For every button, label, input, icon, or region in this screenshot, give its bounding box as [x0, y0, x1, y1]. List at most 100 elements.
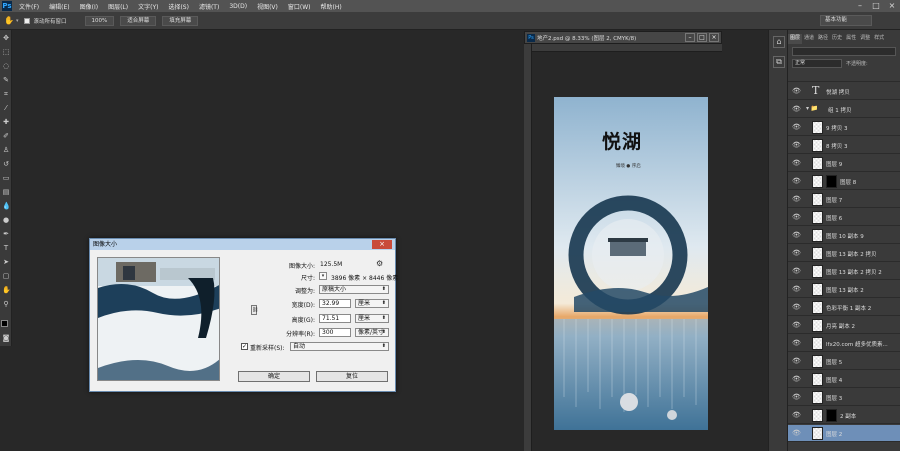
- visibility-eye-icon[interactable]: 👁: [792, 357, 801, 365]
- menu-window[interactable]: 窗口(W): [283, 2, 316, 11]
- foreground-color-swatch[interactable]: [1, 320, 8, 327]
- clone-stamp-tool-icon[interactable]: ♙: [2, 146, 10, 154]
- visibility-eye-icon[interactable]: 👁: [792, 411, 801, 419]
- tab-paths[interactable]: 路径: [816, 34, 830, 44]
- scroll-all-windows-checkbox[interactable]: [24, 17, 31, 24]
- visibility-eye-icon[interactable]: 👁: [792, 177, 801, 185]
- visibility-eye-icon[interactable]: 👁: [792, 303, 801, 311]
- height-unit-select[interactable]: 厘米: [355, 314, 389, 323]
- visibility-eye-icon[interactable]: 👁: [792, 375, 801, 383]
- zoom-tool-icon[interactable]: ⚲: [2, 300, 10, 308]
- constrain-proportions-link-icon[interactable]: ⛓: [251, 305, 258, 315]
- layer-row[interactable]: 👁 2 副本: [788, 407, 900, 424]
- menu-edit[interactable]: 编辑(E): [44, 2, 74, 11]
- brush-tool-icon[interactable]: ✐: [2, 132, 10, 140]
- menu-file[interactable]: 文件(F): [14, 2, 44, 11]
- workspace-switcher[interactable]: 基本功能: [820, 15, 872, 26]
- tab-properties[interactable]: 属性: [844, 34, 858, 44]
- zoom-100-button[interactable]: 100%: [84, 15, 115, 26]
- menu-type[interactable]: 文字(Y): [133, 2, 163, 11]
- width-unit-select[interactable]: 厘米: [355, 299, 389, 308]
- quick-mask-icon[interactable]: ◙: [2, 334, 10, 342]
- history-panel-icon[interactable]: ⌂: [773, 36, 785, 48]
- dodge-tool-icon[interactable]: ●: [2, 216, 10, 224]
- blur-tool-icon[interactable]: 💧: [2, 202, 11, 210]
- layer-filter-bar[interactable]: [792, 47, 896, 56]
- ok-button[interactable]: 确定: [238, 371, 310, 382]
- visibility-eye-icon[interactable]: 👁: [792, 285, 801, 293]
- menu-help[interactable]: 帮助(H): [316, 2, 347, 11]
- visibility-eye-icon[interactable]: 👁: [792, 393, 801, 401]
- visibility-eye-icon[interactable]: 👁: [792, 339, 801, 347]
- layer-row[interactable]: 👁 lfx20.com 超多优质素...: [788, 335, 900, 352]
- height-input[interactable]: 71.51: [319, 314, 351, 323]
- dimensions-unit-dropdown-icon[interactable]: ▾: [319, 272, 327, 280]
- visibility-eye-icon[interactable]: 👁: [792, 429, 801, 437]
- image-preview[interactable]: [97, 257, 220, 381]
- close-icon[interactable]: ×: [884, 0, 900, 12]
- tab-channels[interactable]: 通道: [802, 34, 816, 44]
- doc-maximize-icon[interactable]: □: [697, 33, 707, 42]
- eraser-tool-icon[interactable]: ▭: [2, 174, 10, 182]
- doc-minimize-icon[interactable]: –: [685, 33, 695, 42]
- type-tool-icon[interactable]: T: [2, 244, 10, 252]
- resolution-unit-select[interactable]: 像素/英寸: [355, 328, 389, 337]
- maximize-icon[interactable]: □: [868, 0, 884, 12]
- tab-layers[interactable]: 图层: [788, 34, 803, 44]
- history-brush-tool-icon[interactable]: ↺: [2, 160, 10, 168]
- hand-tool-icon[interactable]: ✋: [2, 286, 11, 294]
- layer-row[interactable]: 👁 图层 2: [788, 425, 900, 442]
- quick-select-tool-icon[interactable]: ✎: [2, 76, 10, 84]
- visibility-eye-icon[interactable]: 👁: [792, 123, 801, 131]
- healing-brush-tool-icon[interactable]: ✚: [2, 118, 10, 126]
- reset-button[interactable]: 复位: [316, 371, 388, 382]
- gradient-tool-icon[interactable]: ▤: [2, 188, 10, 196]
- minimize-icon[interactable]: –: [852, 0, 868, 12]
- layer-row[interactable]: 👁 图层 4: [788, 371, 900, 388]
- tab-styles[interactable]: 样式: [872, 34, 886, 44]
- folder-icon[interactable]: ▾ 📁: [806, 105, 818, 112]
- visibility-eye-icon[interactable]: 👁: [792, 87, 801, 95]
- layer-row[interactable]: 👁 图层 10 副本 9: [788, 227, 900, 244]
- visibility-eye-icon[interactable]: 👁: [792, 231, 801, 239]
- layer-mask-thumbnail[interactable]: [826, 175, 837, 188]
- properties-panel-icon[interactable]: ⧉: [773, 56, 785, 68]
- layer-row[interactable]: 👁 图层 3: [788, 389, 900, 406]
- eyedropper-tool-icon[interactable]: ⁄: [2, 104, 10, 112]
- crop-tool-icon[interactable]: ⌗: [2, 90, 10, 98]
- layer-row[interactable]: 👁 月亮 副本 2: [788, 317, 900, 334]
- lasso-tool-icon[interactable]: ◌: [2, 62, 10, 70]
- resample-checkbox[interactable]: ✓: [241, 343, 248, 350]
- pen-tool-icon[interactable]: ✒: [2, 230, 10, 238]
- menu-layer[interactable]: 图层(L): [103, 2, 133, 11]
- resolution-input[interactable]: 300: [319, 328, 351, 337]
- blend-mode-select[interactable]: 正常: [792, 59, 842, 68]
- resample-select[interactable]: 自动: [290, 342, 389, 351]
- menu-image[interactable]: 图像(I): [75, 2, 103, 11]
- fit-to-select[interactable]: 原稿大小: [319, 285, 389, 294]
- menu-3d[interactable]: 3D(D): [224, 3, 252, 10]
- document-title-bar[interactable]: Ps 地产2.psd @ 8.33% (图层 2, CMYK/8) – □ ×: [524, 31, 722, 44]
- layer-row[interactable]: 👁 ▾ 📁 组 1 拷贝: [788, 101, 900, 118]
- layer-row[interactable]: 👁 图层 13 副本 2 拷贝: [788, 245, 900, 262]
- layer-row[interactable]: 👁 图层 5: [788, 353, 900, 370]
- visibility-eye-icon[interactable]: 👁: [792, 105, 801, 113]
- layer-row[interactable]: 👁 T 悦湖 拷贝: [788, 83, 900, 100]
- layer-row[interactable]: 👁 图层 8: [788, 173, 900, 190]
- visibility-eye-icon[interactable]: 👁: [792, 141, 801, 149]
- menu-view[interactable]: 视图(V): [252, 2, 283, 11]
- layer-row[interactable]: 👁 色彩平衡 1 副本 2: [788, 299, 900, 316]
- visibility-eye-icon[interactable]: 👁: [792, 267, 801, 275]
- move-tool-icon[interactable]: ✥: [2, 34, 10, 42]
- layer-row[interactable]: 👁 9 拷贝 3: [788, 119, 900, 136]
- marquee-tool-icon[interactable]: ⬚: [2, 48, 10, 56]
- layer-row[interactable]: 👁 图层 7: [788, 191, 900, 208]
- settings-gear-icon[interactable]: ⚙: [376, 259, 383, 268]
- visibility-eye-icon[interactable]: 👁: [792, 213, 801, 221]
- layer-mask-thumbnail[interactable]: [826, 409, 837, 422]
- dialog-close-icon[interactable]: ×: [372, 240, 392, 249]
- tool-preset-dropdown-icon[interactable]: ▾: [16, 18, 19, 24]
- visibility-eye-icon[interactable]: 👁: [792, 249, 801, 257]
- layer-row[interactable]: 👁 图层 6: [788, 209, 900, 226]
- layer-row[interactable]: 👁 图层 13 副本 2 拷贝 2: [788, 263, 900, 280]
